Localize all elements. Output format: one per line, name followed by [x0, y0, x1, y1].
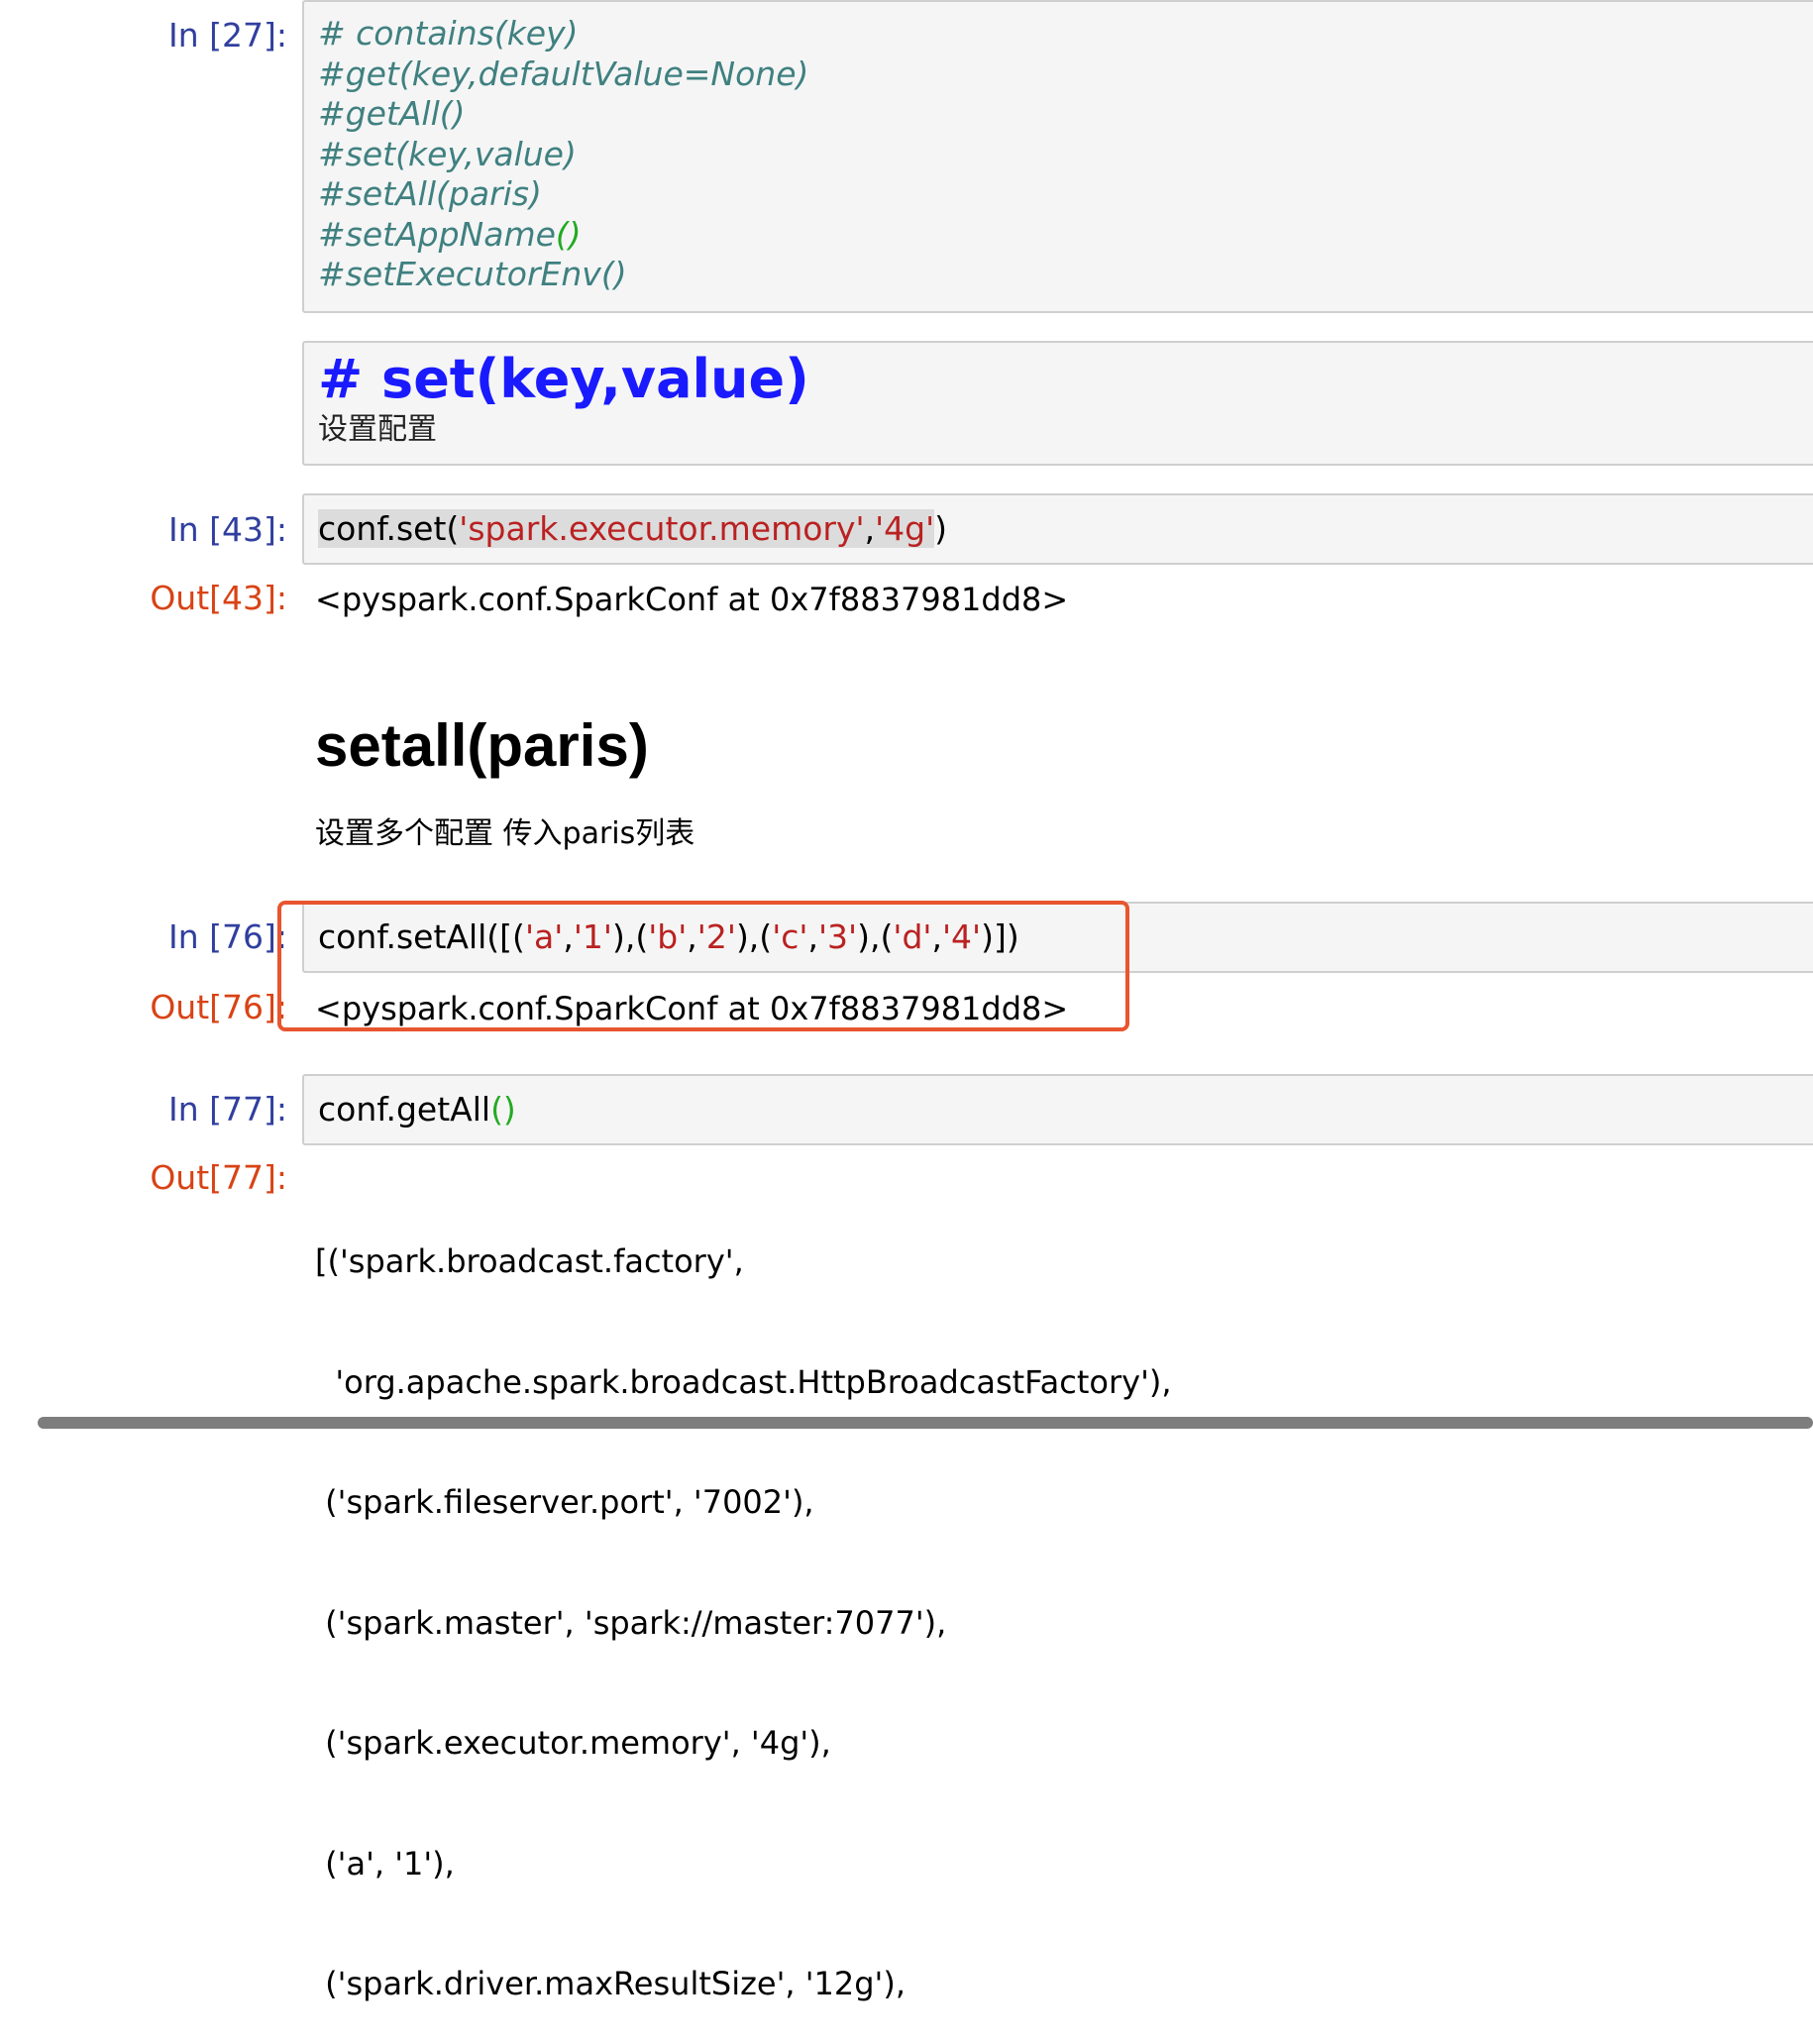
- output-line: ('spark.executor.memory', '4g'),: [315, 1724, 831, 1762]
- cell-output-76: <pyspark.conf.SparkConf at 0x7f8837981dd…: [315, 990, 1069, 1027]
- markdown-edit-cell-set[interactable]: # set(key,value) 设置配置: [302, 341, 1813, 466]
- cell-prompt-out-77: Out[77]:: [150, 1158, 287, 1197]
- output-line: 'org.apache.spark.broadcast.HttpBroadcas…: [315, 1362, 1172, 1401]
- cell-output-43: <pyspark.conf.SparkConf at 0x7f8837981dd…: [315, 581, 1069, 618]
- code-text: ,: [687, 917, 697, 956]
- code-cell-77[interactable]: conf.getAll(): [302, 1074, 1813, 1145]
- matched-paren: (): [490, 1090, 516, 1129]
- cell-prompt-out-76: Out[76]:: [150, 988, 287, 1026]
- code-text: ,: [931, 917, 942, 956]
- output-line: ('spark.driver.maxResultSize', '12g'),: [315, 1965, 906, 2002]
- code-text: ): [934, 509, 948, 548]
- cell-prompt-in-77: In [77]:: [168, 1090, 287, 1129]
- comment-line: #getAll(): [318, 94, 466, 133]
- code-text: )]): [981, 917, 1019, 956]
- code-text: ),(: [857, 917, 894, 956]
- horizontal-scrollbar[interactable]: [38, 1417, 1813, 1429]
- markdown-raw-heading: # set(key,value): [318, 348, 809, 410]
- code-text: ),(: [611, 917, 649, 956]
- comment-line: #setAll(paris): [318, 174, 542, 213]
- markdown-raw-text: 设置配置: [318, 412, 437, 447]
- code-text: conf.set(: [318, 509, 460, 548]
- markdown-paragraph-setall: 设置多个配置 传入paris列表: [315, 816, 695, 851]
- comment-line: #setExecutorEnv(): [318, 255, 627, 293]
- cell-prompt-in-27: In [27]:: [168, 16, 287, 54]
- code-cell-27[interactable]: # contains(key) #get(key,defaultValue=No…: [302, 0, 1813, 313]
- selected-code: conf.set('spark.executor.memory','4g': [318, 509, 935, 548]
- string-literal: '3': [817, 917, 858, 956]
- string-literal: '4': [941, 917, 982, 956]
- code-text: conf.getAll: [318, 1090, 491, 1129]
- output-line: ('a', '1'),: [315, 1844, 455, 1883]
- markdown-heading-setall: setall(paris): [315, 712, 649, 779]
- comment-line: #set(key,value): [318, 134, 577, 173]
- comment-line: #setAppName(): [318, 215, 808, 256]
- code-text: ,: [563, 917, 574, 956]
- code-cell-76[interactable]: conf.setAll([('a','1'),('b','2'),('c','3…: [302, 902, 1813, 973]
- code-cell-43[interactable]: conf.set('spark.executor.memory','4g'): [302, 493, 1813, 565]
- code-text: ,: [807, 917, 818, 956]
- matched-paren: (): [555, 214, 582, 254]
- string-literal: 'spark.executor.memory': [459, 509, 865, 548]
- string-literal: 'c': [772, 917, 808, 956]
- cell-prompt-out-43: Out[43]:: [150, 579, 287, 617]
- string-literal: '2': [696, 917, 736, 956]
- comment-text: #setAppName: [318, 214, 556, 254]
- comment-line: # contains(key): [318, 14, 579, 53]
- code-text: ,: [864, 509, 876, 548]
- string-literal: 'd': [893, 917, 932, 956]
- string-literal: 'a': [524, 917, 564, 956]
- string-literal: 'b': [648, 917, 688, 956]
- string-literal: '1': [573, 917, 612, 956]
- output-line: [('spark.broadcast.factory',: [315, 1242, 744, 1280]
- code-text: conf.setAll([(: [318, 917, 525, 956]
- output-line: ('spark.fileserver.port', '7002'),: [315, 1483, 814, 1521]
- comment-line: #get(key,defaultValue=None): [318, 54, 809, 93]
- cell-prompt-in-76: In [76]:: [168, 917, 287, 956]
- output-line: ('spark.master', 'spark://master:7077'),: [315, 1603, 947, 1642]
- cell-prompt-in-43: In [43]:: [168, 510, 287, 549]
- string-literal: '4g': [875, 509, 935, 548]
- cell-output-77: [('spark.broadcast.factory', 'org.apache…: [315, 1161, 1172, 2044]
- code-text: ),(: [735, 917, 773, 956]
